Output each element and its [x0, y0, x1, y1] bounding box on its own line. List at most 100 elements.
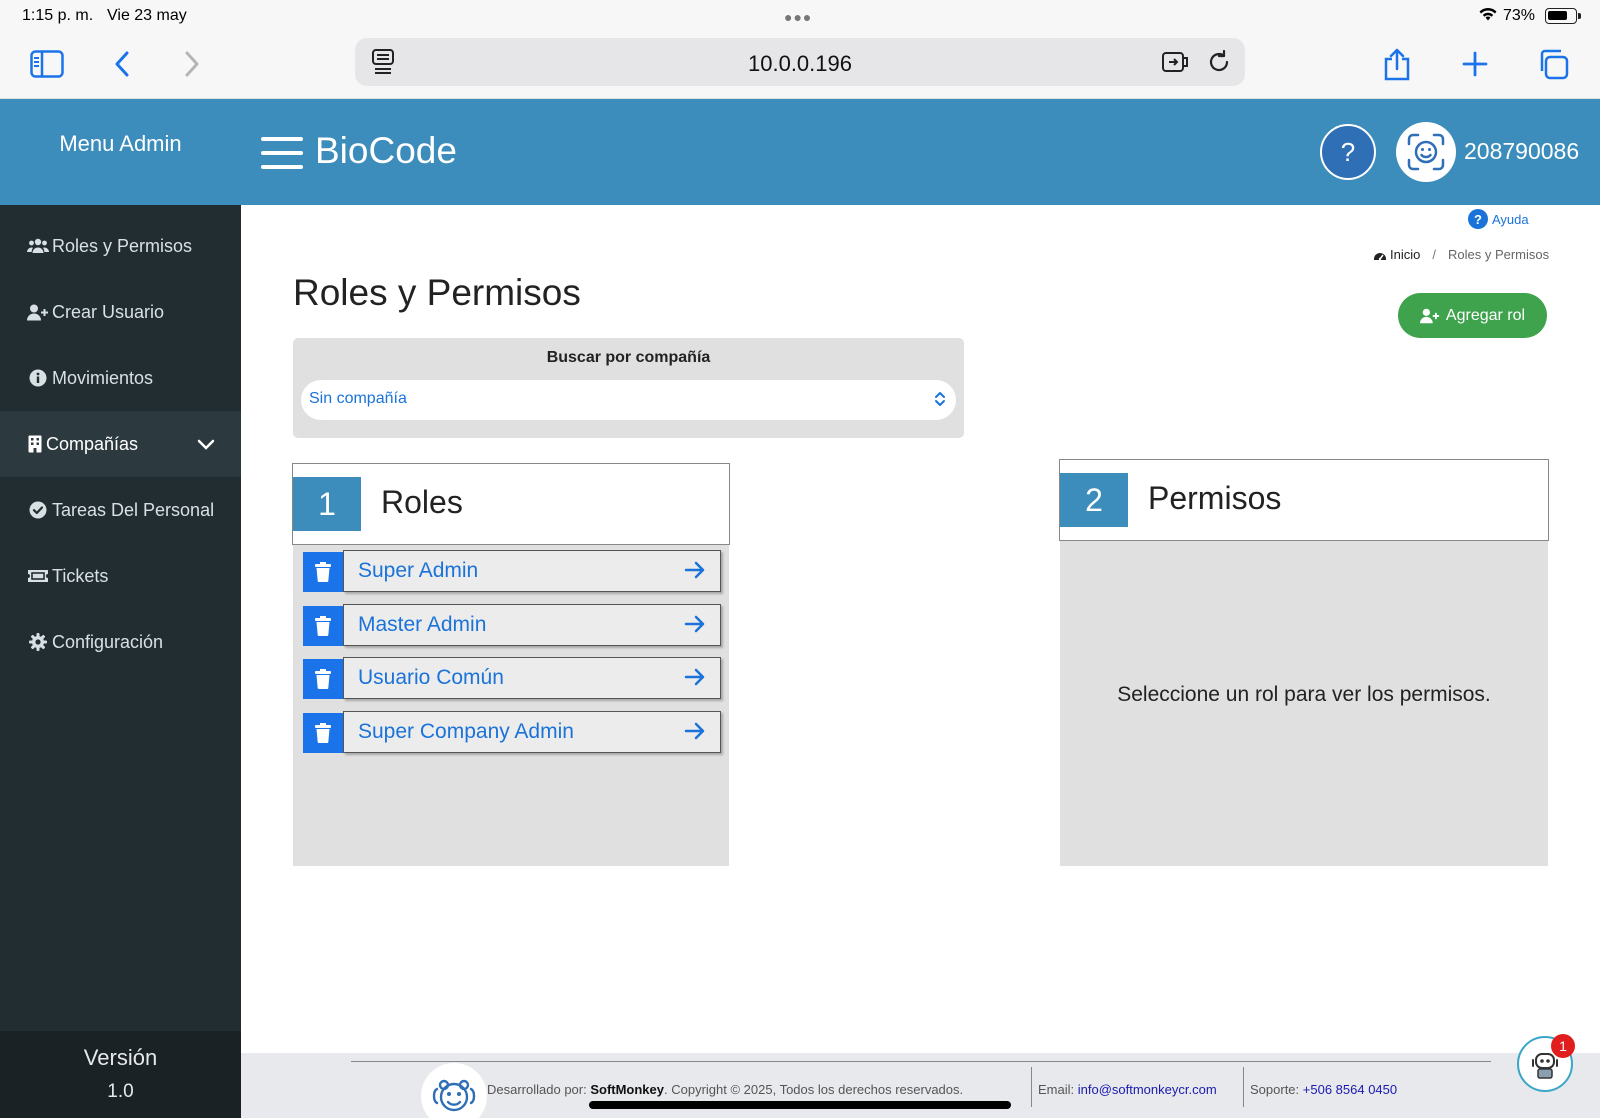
- arrow-right-icon: [684, 615, 706, 639]
- users-icon: [26, 238, 50, 254]
- tabs-icon[interactable]: [1533, 44, 1573, 84]
- breadcrumb-home[interactable]: Inicio: [1373, 247, 1420, 262]
- select-updown-icon: [934, 391, 946, 412]
- role-button[interactable]: Master Admin: [343, 604, 721, 646]
- delete-role-button[interactable]: [303, 552, 343, 592]
- address-bar[interactable]: 10.0.0.196: [355, 38, 1245, 86]
- reload-icon[interactable]: [1207, 48, 1231, 81]
- home-indicator[interactable]: [589, 1101, 1011, 1109]
- sidebar-item-label: Roles y Permisos: [52, 235, 193, 256]
- delete-role-button[interactable]: [303, 606, 343, 646]
- footer-company: SoftMonkey: [590, 1082, 664, 1097]
- company-search-card: Buscar por compañía Sin compañía: [293, 338, 964, 438]
- new-tab-icon[interactable]: [1455, 44, 1495, 84]
- sidebar-toggle-icon[interactable]: [27, 44, 67, 84]
- gear-icon: [26, 633, 50, 651]
- sidebar-item-label: Crear Usuario: [52, 301, 165, 322]
- app-header: BioCode ? 208790086: [241, 99, 1600, 205]
- back-icon[interactable]: [102, 44, 142, 84]
- permissions-empty-message: Seleccione un rol para ver los permisos.: [1117, 683, 1491, 706]
- user-id[interactable]: 208790086: [1464, 138, 1579, 165]
- url-text: 10.0.0.196: [748, 51, 852, 76]
- list-item: Super Admin: [303, 550, 721, 592]
- trash-icon: [315, 723, 331, 743]
- user-plus-icon: [1419, 308, 1440, 323]
- sidebar: Menu Admin Roles y Permisos Crear Usuari…: [0, 99, 241, 1118]
- add-role-label: Agregar rol: [1445, 306, 1526, 324]
- delete-role-button[interactable]: [303, 659, 343, 699]
- user-plus-icon: [26, 304, 50, 321]
- hamburger-menu-icon[interactable]: [261, 137, 303, 170]
- sidebar-item-tasks[interactable]: Tareas Del Personal: [0, 477, 241, 543]
- footer-separator: [1243, 1067, 1244, 1107]
- sidebar-item-label: Tickets: [52, 565, 109, 586]
- share-icon[interactable]: [1377, 44, 1417, 84]
- sidebar-title: Menu Admin: [0, 99, 241, 205]
- arrow-right-icon: [684, 561, 706, 585]
- multitasking-dots-icon[interactable]: ●●●: [784, 9, 812, 25]
- role-name: Super Admin: [358, 559, 479, 582]
- sidebar-item-settings[interactable]: Configuración: [0, 609, 241, 675]
- trash-icon: [315, 562, 331, 582]
- footer-divider: [351, 1061, 1491, 1062]
- arrow-right-icon: [684, 722, 706, 746]
- ticket-icon: [26, 568, 50, 584]
- sidebar-item-movements[interactable]: Movimientos: [0, 345, 241, 411]
- company-select-value: Sin compañía: [309, 390, 407, 407]
- trash-icon: [315, 616, 331, 636]
- building-icon: [26, 435, 44, 453]
- support-phone-link[interactable]: +506 8564 0450: [1303, 1082, 1397, 1097]
- extension-icon[interactable]: [1161, 48, 1191, 81]
- help-button[interactable]: ?: [1320, 124, 1376, 180]
- help-link[interactable]: ? Ayuda: [1468, 209, 1529, 229]
- arrow-right-icon: [684, 668, 706, 692]
- sidebar-item-tickets[interactable]: Tickets: [0, 543, 241, 609]
- battery-icon: [1545, 8, 1581, 24]
- status-bar: 1:15 p. m. Vie 23 may ●●● 73%: [0, 0, 1600, 32]
- role-button[interactable]: Super Company Admin: [343, 711, 721, 753]
- breadcrumb-current: Roles y Permisos: [1447, 247, 1550, 262]
- sidebar-item-companies[interactable]: Compañías: [0, 411, 241, 477]
- face-id-icon[interactable]: [1396, 122, 1456, 182]
- add-role-button[interactable]: Agregar rol: [1398, 293, 1547, 338]
- softmonkey-logo-icon: [421, 1063, 487, 1118]
- breadcrumb-separator: /: [1432, 247, 1436, 262]
- roles-list: Super Admin Master Admin Usuario Común S…: [293, 545, 729, 866]
- roles-panel-header: 1 Roles: [292, 463, 730, 545]
- sidebar-item-label: Compañías: [46, 433, 139, 454]
- roles-panel-title: Roles: [381, 484, 463, 520]
- version-number: 1.0: [107, 1081, 134, 1102]
- role-name: Master Admin: [358, 613, 487, 636]
- status-time: 1:15 p. m.: [22, 7, 94, 24]
- company-select[interactable]: Sin compañía: [301, 380, 956, 420]
- page-title: Roles y Permisos: [293, 272, 581, 313]
- footer-separator: [1031, 1067, 1032, 1107]
- sidebar-item-label: Movimientos: [52, 367, 154, 388]
- footer-email: Email: info@softmonkeycr.com: [1038, 1082, 1217, 1097]
- sidebar-item-label: Tareas Del Personal: [52, 499, 215, 520]
- footer-support: Soporte: +506 8564 0450: [1250, 1082, 1398, 1097]
- version-label: Versión: [83, 1045, 158, 1070]
- wifi-icon: [1478, 6, 1498, 27]
- version-footer: Versión 1.0: [0, 1031, 241, 1118]
- footer-credit: Desarrollado por: SoftMonkey. Copyright …: [487, 1082, 964, 1097]
- company-search-label: Buscar por compañía: [546, 349, 711, 366]
- chevron-down-icon[interactable]: [197, 435, 215, 456]
- permissions-list: Seleccione un rol para ver los permisos.: [1060, 541, 1548, 866]
- sidebar-item-roles[interactable]: Roles y Permisos: [0, 213, 241, 279]
- check-circle-icon: [26, 501, 50, 519]
- brand-title: BioCode: [315, 130, 457, 171]
- breadcrumb: Inicio / Roles y Permisos: [1373, 247, 1549, 262]
- list-item: Master Admin: [303, 604, 721, 646]
- role-button[interactable]: Super Admin: [343, 550, 721, 592]
- delete-role-button[interactable]: [303, 713, 343, 753]
- email-link[interactable]: info@softmonkeycr.com: [1078, 1082, 1217, 1097]
- forward-icon[interactable]: [172, 44, 212, 84]
- info-icon: [26, 369, 50, 387]
- status-date: Vie 23 may: [107, 7, 187, 24]
- sidebar-item-create-user[interactable]: Crear Usuario: [0, 279, 241, 345]
- browser-toolbar: 10.0.0.196: [0, 32, 1600, 99]
- battery-percent: 73%: [1503, 7, 1536, 24]
- role-button[interactable]: Usuario Común: [343, 657, 721, 699]
- permissions-step-number: 2: [1060, 473, 1128, 527]
